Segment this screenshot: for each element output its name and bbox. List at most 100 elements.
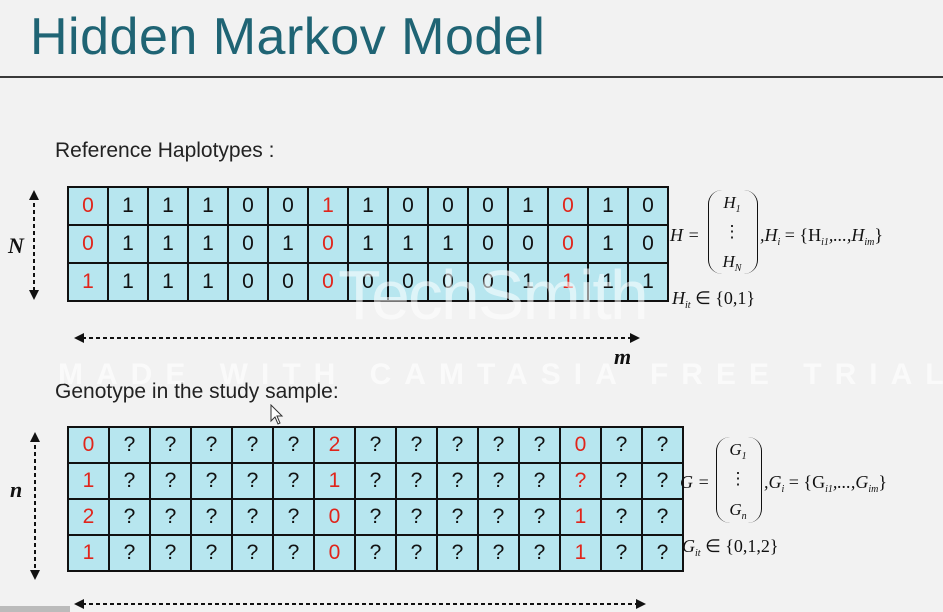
G-i-definition: ,Gi = {Gi1,...,Gim} <box>764 472 887 495</box>
H-i-definition: ,Hi = {Hi1,...,Him} <box>760 225 883 248</box>
vertical-double-arrow-N <box>29 190 39 300</box>
grid-cell: 0 <box>547 224 589 264</box>
grid-cell: 1 <box>67 534 110 572</box>
grid-cell: 1 <box>387 224 429 264</box>
N-label: N <box>8 233 24 258</box>
grid-cell: 0 <box>307 224 349 264</box>
grid-cell: 1 <box>587 224 629 264</box>
n-label: n <box>10 477 23 502</box>
grid-cell: ? <box>600 498 643 536</box>
grid-cell: 0 <box>267 186 309 226</box>
G-vector-bottom: Gn <box>729 500 747 522</box>
horizontal-double-arrow-bottom <box>74 599 646 609</box>
G-vector-top: G1 <box>729 440 747 462</box>
grid-cell: ? <box>354 426 397 464</box>
horizontal-double-arrow-m <box>74 333 640 343</box>
grid-cell: 2 <box>313 426 356 464</box>
grid-cell: ? <box>108 498 151 536</box>
grid-cell: ? <box>436 534 479 572</box>
grid-cell: ? <box>518 534 561 572</box>
grid-cell: ? <box>108 426 151 464</box>
grid-cell: 1 <box>187 224 229 264</box>
reference-haplotypes-label: Reference Haplotypes : <box>55 139 275 162</box>
grid-cell: 1 <box>559 498 602 536</box>
grid-cell: 0 <box>507 224 549 264</box>
grid-cell: 0 <box>559 426 602 464</box>
grid-cell: 1 <box>107 186 149 226</box>
mouse-cursor-icon <box>270 404 284 425</box>
grid-cell: ? <box>600 426 643 464</box>
grid-cell: ? <box>272 498 315 536</box>
grid-cell: ? <box>600 462 643 500</box>
genotype-grid: 0????? 2????? 0?? 1????? 1???????? 2????? 0???… <box>67 426 684 572</box>
grid-cell: 1 <box>67 262 109 302</box>
grid-cell: 0 <box>547 186 589 226</box>
grid-cell: ? <box>477 498 520 536</box>
grid-cell: ? <box>231 498 274 536</box>
grid-cell: 1 <box>347 224 389 264</box>
grid-cell: ? <box>190 462 233 500</box>
grid-cell: ? <box>231 426 274 464</box>
reference-haplotype-grid: 0111001100010100111010111000101111000000… <box>67 186 669 302</box>
grid-cell: 0 <box>307 262 349 302</box>
grid-cell: 0 <box>67 186 109 226</box>
m-label: m <box>614 344 632 369</box>
haplotype-row: 011101011100010 <box>67 224 669 264</box>
title-divider <box>0 76 943 78</box>
grid-cell: 1 <box>507 262 549 302</box>
genotype-row: 0????? 2????? 0?? <box>67 426 684 464</box>
G-domain: Git ∈ {0,1,2} <box>682 536 779 559</box>
grid-cell: ? <box>231 462 274 500</box>
grid-cell: ? <box>149 534 192 572</box>
genotype-row: 2????? 0????? 1?? <box>67 498 684 536</box>
grid-cell: 0 <box>67 426 110 464</box>
grid-cell: ? <box>354 498 397 536</box>
grid-cell: 1 <box>559 534 602 572</box>
grid-cell: 1 <box>427 224 469 264</box>
grid-cell: 1 <box>147 186 189 226</box>
grid-cell: ? <box>477 426 520 464</box>
grid-cell: 1 <box>107 262 149 302</box>
grid-cell: 1 <box>187 262 229 302</box>
grid-cell: 1 <box>67 462 110 500</box>
grid-cell: 0 <box>227 224 269 264</box>
grid-cell: ? <box>641 534 684 572</box>
G-equals: G = <box>680 472 710 492</box>
grid-cell: ? <box>477 534 520 572</box>
grid-cell: 0 <box>227 186 269 226</box>
grid-cell: ? <box>354 462 397 500</box>
grid-cell: 0 <box>427 186 469 226</box>
H-domain: Hit ∈ {0,1} <box>672 288 756 311</box>
grid-cell: ? <box>518 462 561 500</box>
grid-cell: 1 <box>587 262 629 302</box>
grid-cell: ? <box>190 498 233 536</box>
grid-cell: ? <box>190 534 233 572</box>
grid-cell: 0 <box>347 262 389 302</box>
grid-cell: ? <box>600 534 643 572</box>
grid-cell: ? <box>395 462 438 500</box>
slide-title: Hidden Markov Model <box>30 8 546 66</box>
H-vector-bottom: HN <box>722 252 742 274</box>
grid-cell: 1 <box>147 224 189 264</box>
grid-cell: ? <box>149 462 192 500</box>
bottom-strip <box>0 606 70 612</box>
grid-cell: ? <box>395 426 438 464</box>
grid-cell: ? <box>149 426 192 464</box>
grid-cell: ? <box>641 462 684 500</box>
grid-cell: 0 <box>227 262 269 302</box>
genotype-sample-label: Genotype in the study sample: <box>55 380 339 403</box>
grid-cell: 1 <box>313 462 356 500</box>
grid-cell: 0 <box>387 186 429 226</box>
haplotype-row: 111100000001111 <box>67 262 669 302</box>
grid-cell: ? <box>190 426 233 464</box>
grid-cell: ? <box>272 534 315 572</box>
grid-cell: ? <box>477 462 520 500</box>
grid-cell: ? <box>518 498 561 536</box>
grid-cell: 0 <box>387 262 429 302</box>
grid-cell: ? <box>395 498 438 536</box>
grid-cell: 0 <box>467 186 509 226</box>
H-vector-ellipsis: ⋮ <box>723 222 741 241</box>
grid-cell: ? <box>272 426 315 464</box>
grid-cell: ? <box>518 426 561 464</box>
grid-cell: 0 <box>267 262 309 302</box>
